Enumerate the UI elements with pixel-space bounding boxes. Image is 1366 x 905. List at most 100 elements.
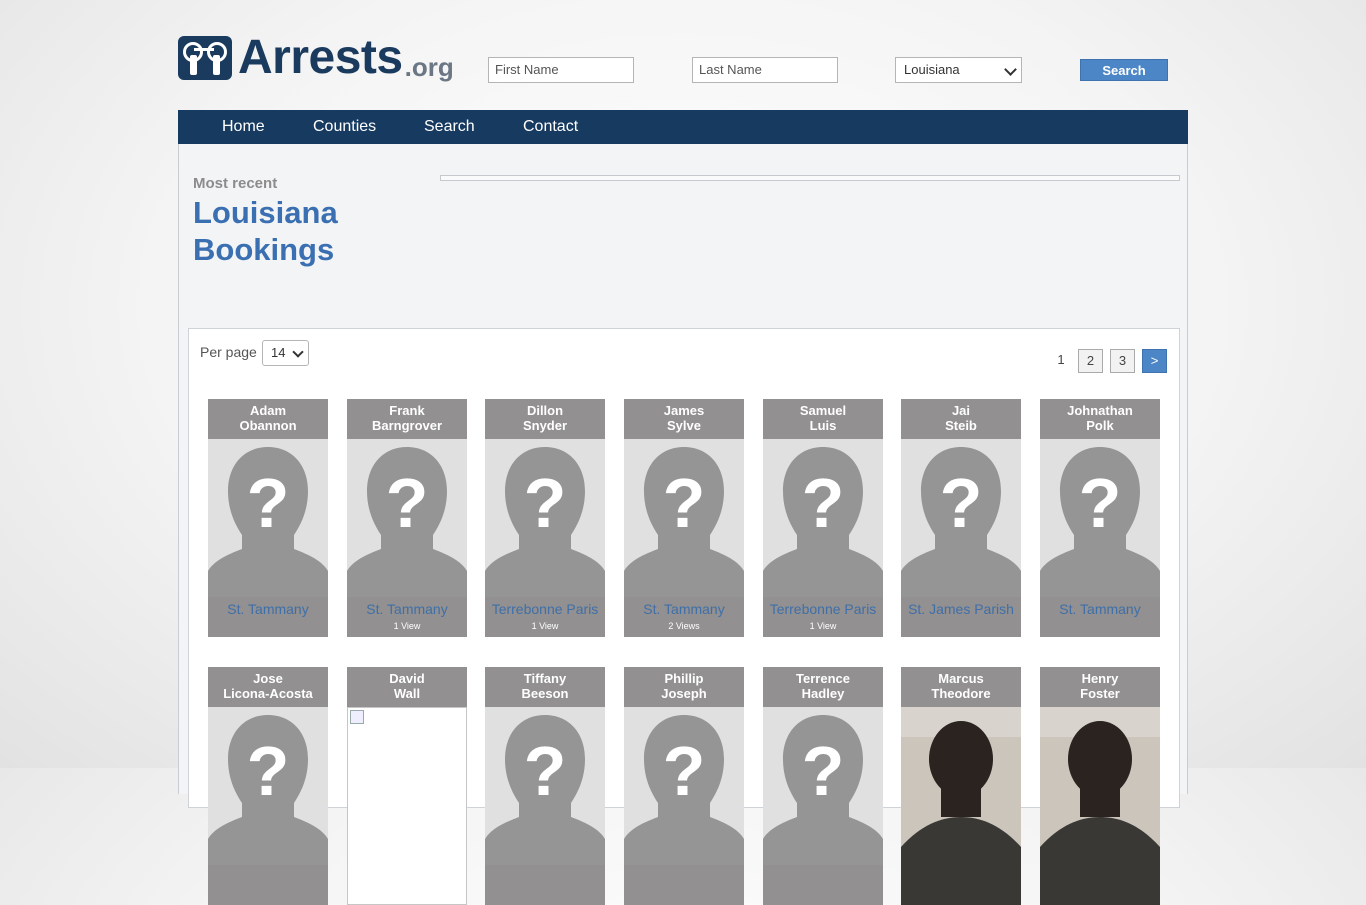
booking-name[interactable]: Johnathan Polk [1040,403,1160,433]
booking-name[interactable]: Jose Licona-Acosta [208,671,328,701]
booking-county-link[interactable]: St. Tammany [1040,601,1160,617]
booking-county-link[interactable]: St. Tammany [347,601,467,617]
booking-photo[interactable]: ? [347,439,467,597]
page-title-line2: Bookings [193,232,335,267]
nav-home[interactable]: Home [222,110,265,144]
booking-name[interactable]: Frank Barngrover [347,403,467,433]
silhouette-icon: ? [763,439,883,597]
booking-name[interactable]: Dillon Snyder [485,403,605,433]
booking-photo[interactable]: ? [485,439,605,597]
svg-text:?: ? [247,732,290,810]
booking-photo[interactable]: ? [485,707,605,865]
logo-tld: .org [404,52,454,82]
last-name-input[interactable]: Last Name [692,57,838,83]
booking-photo[interactable]: ? [763,707,883,865]
main-content: Most recent Louisiana Bookings Per page … [178,144,1188,905]
booking-card[interactable]: Samuel Luis ? Terrebonne Paris 1 View [763,399,883,637]
most-recent-label: Most recent [193,175,278,192]
booking-card[interactable]: Tiffany Beeson ? [485,667,605,905]
booking-card[interactable]: Phillip Joseph ? [624,667,744,905]
first-name-input[interactable]: First Name [488,57,634,83]
booking-card[interactable]: Marcus Theodore [901,667,1021,905]
chevron-down-icon [1004,63,1017,76]
booking-photo[interactable]: ? [624,439,744,597]
booking-card[interactable]: Johnathan Polk ? St. Tammany [1040,399,1160,637]
booking-card[interactable]: Jose Licona-Acosta ? [208,667,328,905]
booking-last-name: Obannon [239,418,297,433]
booking-name[interactable]: David Wall [347,671,467,701]
page-2-button[interactable]: 2 [1078,349,1103,373]
search-button[interactable]: Search [1080,59,1168,81]
booking-photo[interactable]: ? [901,439,1021,597]
booking-county-link[interactable]: St. James Parish [901,601,1021,617]
booking-last-name: Snyder [522,418,568,433]
mugshot-photo [901,707,1021,905]
booking-last-name: Polk [1086,418,1114,433]
booking-card[interactable]: James Sylve ? St. Tammany 2 Views [624,399,744,637]
booking-name[interactable]: Adam Obannon [208,403,328,433]
booking-first-name: Johnathan [1067,403,1133,418]
booking-last-name: Beeson [521,686,569,701]
nav-counties[interactable]: Counties [313,110,376,144]
page-3-button[interactable]: 3 [1110,349,1135,373]
booking-name[interactable]: Terrence Hadley [763,671,883,701]
booking-first-name: Adam [249,403,287,418]
booking-photo[interactable] [1040,707,1160,905]
booking-name[interactable]: Tiffany Beeson [485,671,605,701]
silhouette-icon: ? [208,439,328,597]
booking-first-name: Henry [1081,671,1119,686]
nav-contact[interactable]: Contact [523,110,578,144]
booking-name[interactable]: Marcus Theodore [901,671,1021,701]
booking-views: 1 View [531,621,559,631]
booking-name[interactable]: Jai Steib [901,403,1021,433]
booking-first-name: Jai [951,403,971,418]
svg-text:?: ? [524,732,567,810]
booking-photo[interactable] [901,707,1021,905]
booking-county-link[interactable]: St. Tammany [624,601,744,617]
booking-photo[interactable]: ? [763,439,883,597]
bookings-panel: Per page 14 1 2 3 > Adam Obannon ? St. Ta… [188,328,1180,905]
svg-text:?: ? [524,464,567,542]
booking-card[interactable]: Dillon Snyder ? Terrebonne Paris 1 View [485,399,605,637]
booking-name[interactable]: Samuel Luis [763,403,883,433]
booking-photo[interactable]: ? [208,439,328,597]
booking-name[interactable]: Henry Foster [1040,671,1160,701]
booking-card[interactable]: Henry Foster [1040,667,1160,905]
booking-last-name: Licona-Acosta [223,686,313,701]
booking-card[interactable]: Adam Obannon ? St. Tammany [208,399,328,637]
booking-photo[interactable]: ? [1040,439,1160,597]
booking-last-name: Steib [945,418,977,433]
booking-name[interactable]: Phillip Joseph [624,671,744,701]
page-title: Louisiana Bookings [193,194,338,268]
svg-text:?: ? [663,732,706,810]
booking-county-link[interactable]: Terrebonne Paris [485,601,605,617]
booking-photo[interactable]: ? [208,707,328,865]
state-select[interactable]: Louisiana [895,57,1022,83]
booking-photo[interactable]: ? [624,707,744,865]
site-logo[interactable]: Arrests .org [178,32,454,82]
mugshot-photo [1040,707,1160,905]
main-nav: Home Counties Search Contact [178,110,1188,144]
booking-card[interactable]: Jai Steib ? St. James Parish [901,399,1021,637]
silhouette-icon: ? [624,707,744,865]
booking-county-link[interactable]: Terrebonne Paris [763,601,883,617]
booking-first-name: Phillip [664,671,704,686]
booking-card[interactable]: Terrence Hadley ? [763,667,883,905]
svg-text:?: ? [940,464,983,542]
next-page-button[interactable]: > [1142,349,1167,373]
ad-banner [440,175,1180,181]
silhouette-icon: ? [1040,439,1160,597]
per-page-select[interactable]: 14 [262,340,309,366]
silhouette-icon: ? [347,439,467,597]
svg-text:?: ? [802,732,845,810]
booking-county-link[interactable]: St. Tammany [208,601,328,617]
silhouette-icon: ? [208,707,328,865]
booking-name[interactable]: James Sylve [624,403,744,433]
nav-search[interactable]: Search [424,110,475,144]
booking-last-name: Luis [809,418,837,433]
booking-card[interactable]: David Wall [347,667,467,905]
svg-text:?: ? [802,464,845,542]
booking-card[interactable]: Frank Barngrover ? St. Tammany 1 View [347,399,467,637]
booking-photo-broken[interactable] [347,707,467,905]
booking-first-name: Frank [389,403,425,418]
